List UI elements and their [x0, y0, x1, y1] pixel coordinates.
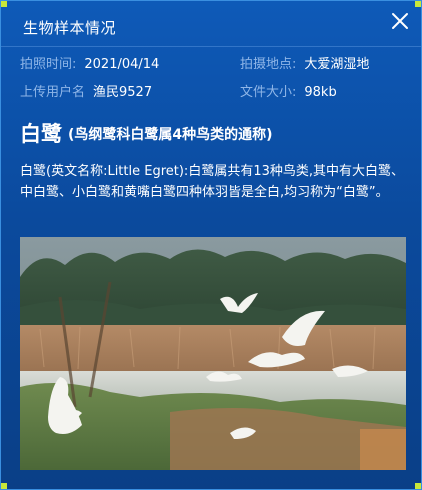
- close-icon: [392, 13, 408, 29]
- uploader-value: 渔民9527: [93, 85, 153, 100]
- species-subtitle: (鸟纲鹭科白鹭属4种鸟类的通称): [68, 127, 273, 143]
- location-value: 大爱湖湿地: [304, 57, 370, 72]
- meta-file-size: 文件大小: 98kb: [240, 84, 337, 102]
- close-button[interactable]: [389, 10, 411, 32]
- panel-header: 生物样本情况: [1, 1, 421, 45]
- meta-location: 拍摄地点: 大爱湖湿地: [240, 56, 369, 74]
- species-heading: 白鹭 (鸟纲鹭科白鹭属4种鸟类的通称): [20, 120, 273, 149]
- specimen-photo: [20, 237, 406, 470]
- specimen-info-panel: 生物样本情况 拍照时间: 2021/04/14 拍摄地点: 大爱湖湿地 上传用户名渔…: [0, 0, 422, 490]
- photo-fence: [360, 429, 406, 470]
- uploader-label: 上传用户名: [20, 85, 86, 100]
- location-label: 拍摄地点:: [240, 57, 297, 72]
- corner-marker-bottom-right: [415, 483, 421, 489]
- meta-uploader: 上传用户名 渔民9527: [20, 84, 152, 102]
- header-divider: [1, 46, 421, 47]
- file-size-value: 98kb: [304, 85, 337, 100]
- shot-time-label: 拍照时间:: [20, 57, 77, 72]
- panel-title: 生物样本情况: [23, 19, 117, 37]
- species-description: 白鹭(英文名称:Little Egret):白鹭属共有13种鸟类,其中有大白鹭、…: [20, 164, 404, 200]
- corner-marker-bottom-left: [1, 483, 7, 489]
- file-size-label: 文件大小:: [240, 85, 297, 100]
- species-name: 白鹭: [20, 122, 62, 146]
- shot-time-value: 2021/04/14: [84, 57, 160, 72]
- meta-shot-time: 拍照时间: 2021/04/14: [20, 56, 159, 74]
